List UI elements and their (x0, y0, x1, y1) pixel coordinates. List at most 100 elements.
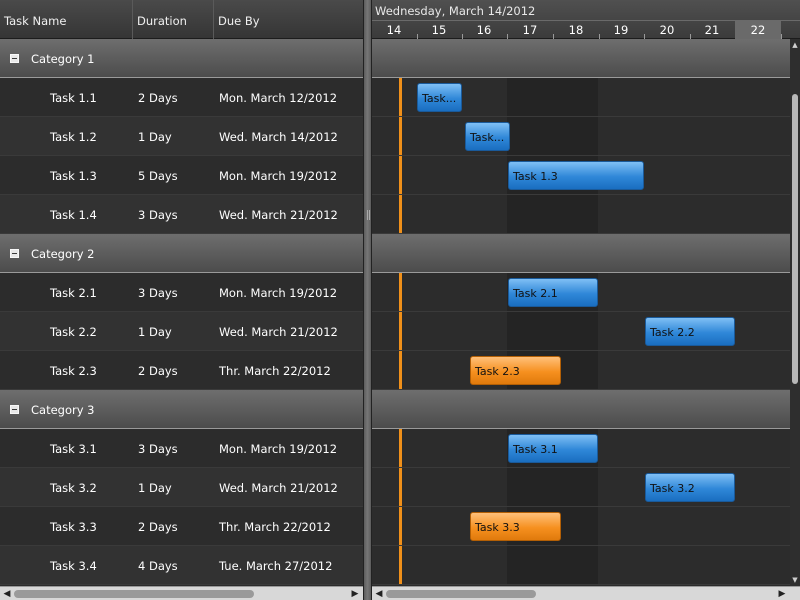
timeline-day-scale: 14 15 16 17 18 19 20 21 22 (372, 20, 800, 40)
timeline-task-row: Task... (372, 78, 800, 117)
task-name-cell: Task 3.4 (50, 559, 97, 573)
today-marker (399, 546, 402, 584)
scrollbar-thumb[interactable] (14, 590, 254, 598)
task-duration-cell: 3 Days (138, 286, 178, 300)
task-row[interactable]: Task 1.1 2 Days Mon. March 12/2012 (0, 78, 363, 117)
task-row[interactable]: Task 3.2 1 Day Wed. March 21/2012 (0, 468, 363, 507)
task-duration-cell: 1 Day (138, 130, 172, 144)
category-label: Category 1 (31, 52, 95, 66)
timeline-task-row: Task 2.1 (372, 273, 800, 312)
collapse-icon[interactable] (10, 249, 19, 258)
category-row[interactable]: Category 2 (0, 234, 363, 273)
task-duration-cell: 2 Days (138, 91, 178, 105)
task-row[interactable]: Task 1.4 3 Days Wed. March 21/2012 (0, 195, 363, 234)
timeline-task-row: Task 3.2 (372, 468, 800, 507)
task-due-date-cell: Mon. March 12/2012 (219, 91, 338, 105)
task-row[interactable]: Task 2.2 1 Day Wed. March 21/2012 (0, 312, 363, 351)
task-name-cell: Task 3.2 (50, 481, 97, 495)
timeline-date: Wednesday, March 14/2012 (375, 4, 536, 18)
collapse-icon[interactable] (10, 405, 19, 414)
column-header-duration[interactable]: Duration (133, 0, 214, 39)
task-name-cell: Task 1.4 (50, 208, 97, 222)
pane-splitter[interactable] (363, 0, 372, 600)
task-bar[interactable]: Task 3.3 (470, 512, 561, 541)
scroll-right-icon[interactable]: ▶ (778, 589, 786, 599)
task-row[interactable]: Task 2.1 3 Days Mon. March 19/2012 (0, 273, 363, 312)
timeline-day-label: 16 (476, 23, 492, 37)
task-due-date-cell: Wed. March 21/2012 (219, 481, 338, 495)
task-row[interactable]: Task 3.1 3 Days Mon. March 19/2012 (0, 429, 363, 468)
grid-header: Task Name Duration Due By (0, 0, 363, 39)
timeline-task-row: Task 1.3 (372, 156, 800, 195)
task-due-date-cell: Wed. March 21/2012 (219, 208, 338, 222)
today-marker (399, 312, 402, 350)
column-header-task-name[interactable]: Task Name (0, 0, 133, 39)
task-bar[interactable]: Task 2.1 (508, 278, 598, 307)
task-due-date-cell: Mon. March 19/2012 (219, 169, 338, 183)
task-duration-cell: 2 Days (138, 520, 178, 534)
today-marker (399, 117, 402, 155)
timeline-task-row (372, 546, 800, 585)
task-bar[interactable]: Task 3.1 (508, 434, 598, 463)
task-row[interactable]: Task 3.3 2 Days Thr. March 22/2012 (0, 507, 363, 546)
timeline-day-label: 17 (522, 23, 538, 37)
timeline-header: Wednesday, March 14/2012 14 15 16 17 18 19 20 2… (372, 0, 800, 40)
timeline-rows: Task... Task... Task 1.3 Task 2.1 Task 2.2 Ta… (372, 39, 800, 585)
task-due-date-cell: Tue. March 27/2012 (219, 559, 333, 573)
task-due-date-cell: Thr. March 22/2012 (219, 520, 331, 534)
task-name-cell: Task 2.1 (50, 286, 97, 300)
task-duration-cell: 1 Day (138, 481, 172, 495)
task-row[interactable]: Task 2.3 2 Days Thr. March 22/2012 (0, 351, 363, 390)
task-row[interactable]: Task 3.4 4 Days Tue. March 27/2012 (0, 546, 363, 585)
timeline-day-label: 22 (735, 21, 781, 40)
task-name-cell: Task 2.2 (50, 325, 97, 339)
task-due-date-cell: Wed. March 21/2012 (219, 325, 338, 339)
scroll-right-icon[interactable]: ▶ (351, 589, 359, 599)
scroll-down-icon[interactable]: ▼ (791, 576, 799, 584)
vertical-scrollbar-thumb[interactable] (792, 94, 798, 384)
timeline-category-row (372, 234, 800, 273)
timeline-day-label: 18 (568, 23, 584, 37)
grid-horizontal-scrollbar[interactable]: ◀ ▶ (0, 586, 363, 600)
task-bar[interactable]: Task 2.2 (645, 317, 735, 346)
scroll-left-icon[interactable]: ◀ (3, 589, 11, 599)
task-row[interactable]: Task 1.2 1 Day Wed. March 14/2012 (0, 117, 363, 156)
scrollbar-thumb[interactable] (386, 590, 536, 598)
timeline-vertical-scrollbar[interactable]: ▲ ▼ (790, 39, 800, 586)
task-bar[interactable]: Task 3.2 (645, 473, 735, 502)
timeline-horizontal-scrollbar[interactable]: ◀ ▶ (372, 586, 800, 600)
task-name-cell: Task 1.2 (50, 130, 97, 144)
timeline-task-row: Task... (372, 117, 800, 156)
category-label: Category 3 (31, 403, 95, 417)
today-marker (399, 468, 402, 506)
timeline-task-row: Task 2.2 (372, 312, 800, 351)
weekend-shade (507, 312, 598, 350)
scroll-up-icon[interactable]: ▲ (791, 41, 799, 49)
column-header-due-by[interactable]: Due By (214, 0, 363, 39)
weekend-shade (507, 78, 598, 116)
category-row[interactable]: Category 3 (0, 390, 363, 429)
timeline-category-row (372, 39, 800, 78)
timeline-day-label: 19 (613, 23, 629, 37)
timeline-task-row: Task 3.1 (372, 429, 800, 468)
splitter-grip-icon[interactable] (367, 210, 370, 220)
category-row[interactable]: Category 1 (0, 39, 363, 78)
task-name-cell: Task 2.3 (50, 364, 97, 378)
weekend-shade (507, 117, 598, 155)
weekend-shade (507, 468, 598, 506)
task-name-cell: Task 3.1 (50, 442, 97, 456)
task-name-cell: Task 1.1 (50, 91, 97, 105)
weekend-shade (507, 195, 598, 233)
task-bar[interactable]: Task 2.3 (470, 356, 561, 385)
task-bar[interactable]: Task... (465, 122, 510, 151)
collapse-icon[interactable] (10, 54, 19, 63)
task-bar[interactable]: Task... (417, 83, 462, 112)
category-label: Category 2 (31, 247, 95, 261)
task-bar[interactable]: Task 1.3 (508, 161, 644, 190)
scroll-left-icon[interactable]: ◀ (375, 589, 383, 599)
task-name-cell: Task 1.3 (50, 169, 97, 183)
timeline-day-label: 15 (431, 23, 447, 37)
task-due-date-cell: Thr. March 22/2012 (219, 364, 331, 378)
task-row[interactable]: Task 1.3 5 Days Mon. March 19/2012 (0, 156, 363, 195)
task-duration-cell: 3 Days (138, 442, 178, 456)
